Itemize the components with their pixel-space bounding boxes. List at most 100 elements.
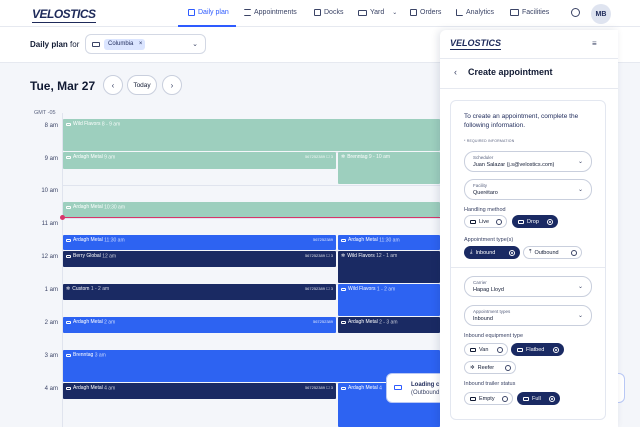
event-name: Ardagh Metal xyxy=(348,237,378,243)
nav-facilities[interactable]: Facilities xyxy=(510,9,549,16)
top-nav: VELOSTICS Daily plan Appointments Docks … xyxy=(0,0,640,27)
divider xyxy=(451,267,605,268)
snowflake-icon: ✲ xyxy=(470,364,475,371)
event-time: 2 - 3 am xyxy=(379,319,398,326)
today-button[interactable]: Today xyxy=(127,75,157,95)
app-logo[interactable]: VELOSTICS xyxy=(32,7,96,23)
event-name: Wild Flavors xyxy=(348,286,376,292)
appointment-event[interactable]: Wild Flavors 1 - 2 am xyxy=(338,284,440,316)
event-name: Ardagh Metal xyxy=(73,385,103,391)
prev-day-button[interactable]: ‹ xyxy=(103,75,123,95)
calendar-icon xyxy=(188,9,195,16)
appointment-event[interactable]: Ardagh Metal 11:30 am 567252389 xyxy=(63,235,336,250)
option-label: Empty xyxy=(479,395,495,402)
appointment-event[interactable]: Berry Global 12 am 567252389 ☐ 3 xyxy=(63,251,336,267)
chevron-down-icon: ⌄ xyxy=(577,187,583,193)
hour-label: 1 am xyxy=(44,287,58,293)
nav-yard-label: Yard xyxy=(370,9,385,16)
facility-field[interactable]: Facility Querétaro ⌄ xyxy=(464,179,592,200)
nav-analytics[interactable]: Analytics xyxy=(456,9,494,16)
truck-icon xyxy=(66,122,71,126)
event-time: 1 - 2 am xyxy=(90,286,110,292)
upload-icon: ⤒ xyxy=(529,249,532,255)
appointment-event[interactable]: Wild Flavors 8 - 9 am xyxy=(63,119,440,151)
type-outbound-option[interactable]: ⤒ Outbound xyxy=(523,246,582,259)
download-icon: ⤓ xyxy=(470,249,473,255)
truck-icon xyxy=(66,155,71,159)
current-time-line xyxy=(62,217,440,218)
event-name: Wild Flavors xyxy=(347,253,375,259)
event-time: 11:30 am xyxy=(379,237,400,244)
appointment-type-select[interactable]: Appointment types Inbound ⌄ xyxy=(464,305,592,326)
event-name: Wild Flavors xyxy=(73,121,101,127)
flatbed-icon xyxy=(517,347,523,352)
equipment-flatbed-option[interactable]: Flatbed xyxy=(511,343,564,356)
radio-selected-icon xyxy=(509,250,515,256)
chevron-down-icon: ⌄ xyxy=(192,41,198,48)
type-inbound-option[interactable]: ⤓ Inbound xyxy=(464,246,520,259)
menu-icon[interactable]: ≡ xyxy=(592,39,597,48)
appointment-event[interactable]: ✲ Custom 1 - 2 am 567252389 ☐ 3 xyxy=(63,284,336,300)
avatar[interactable]: MB xyxy=(591,4,611,24)
scheduler-value: Juan Salazar (j.s@velostics.com) xyxy=(473,162,555,168)
next-day-button[interactable]: › xyxy=(162,75,182,95)
appointment-event[interactable]: Ardagh Metal 9 am 567252389 ☐ 3 xyxy=(63,152,336,169)
appointment-event[interactable]: Ardagh Metal 2 am 567252389 xyxy=(63,317,336,333)
appointment-event[interactable]: Ardagh Metal 10:30 am xyxy=(63,202,440,217)
close-icon[interactable]: × xyxy=(139,39,143,50)
event-time: 4 am xyxy=(104,385,116,392)
nav-orders-label: Orders xyxy=(420,9,442,16)
nav-orders[interactable]: Orders xyxy=(410,9,441,16)
facility-chip-label: Columbia xyxy=(108,41,134,47)
toast-title: Loading c xyxy=(411,382,440,388)
appointment-event[interactable]: Ardagh Metal 2 - 3 am xyxy=(338,317,440,333)
event-time: 9 am xyxy=(104,154,116,161)
nav-daily-plan[interactable]: Daily plan xyxy=(188,9,229,16)
hour-label: 4 am xyxy=(44,386,58,392)
appointment-type-value: Inbound xyxy=(473,316,493,322)
option-label: Reefer xyxy=(477,364,495,371)
event-name: Brenntag xyxy=(347,154,368,160)
event-time: 12 am xyxy=(102,253,117,260)
panel-title: Create appointment xyxy=(468,67,553,77)
trailer-full-option[interactable]: Full xyxy=(517,392,560,405)
appointment-event[interactable]: Brenntag 3 am xyxy=(63,350,440,382)
nav-docks[interactable]: Docks xyxy=(314,9,343,16)
nav-yard[interactable]: Yard ⌄ xyxy=(358,9,397,16)
appointment-event[interactable]: Ardagh Metal 4 am 567252389 ☐ 3 xyxy=(63,383,336,399)
event-docs: 567252389 ☐ 3 xyxy=(304,385,333,390)
grid-line xyxy=(62,185,440,186)
event-docs: 567252389 ☐ 3 xyxy=(304,154,333,159)
event-time: 12 - 1 am xyxy=(376,253,398,259)
nav-appointments[interactable]: Appointments xyxy=(244,9,297,16)
trailer-empty-option[interactable]: Empty xyxy=(464,392,513,405)
appointment-event[interactable]: ✲ Wild Flavors 12 - 1 am xyxy=(338,251,440,283)
facility-select[interactable]: Columbia × ⌄ xyxy=(85,34,206,54)
handling-drop-option[interactable]: Drop xyxy=(512,215,558,228)
appointment-event[interactable]: Ardagh Metal 11:30 am xyxy=(338,235,440,250)
calendar-date: Tue, Mar 27 xyxy=(30,79,96,93)
nav-analytics-label: Analytics xyxy=(466,9,495,16)
truck-icon xyxy=(341,386,346,390)
hour-label: 11 am xyxy=(41,221,58,227)
carrier-select[interactable]: Carrier Hapag Lloyd ⌄ xyxy=(464,276,592,297)
star-icon: ✲ xyxy=(341,253,346,259)
radio-icon xyxy=(496,219,502,225)
equipment-van-option[interactable]: Van xyxy=(464,343,508,356)
timezone-label: GMT -05 xyxy=(34,110,56,116)
handling-live-option[interactable]: Live xyxy=(464,215,507,228)
back-arrow-icon[interactable]: ‹ xyxy=(454,67,457,77)
scheduler-select[interactable]: Scheduler Juan Salazar (j.s@velostics.co… xyxy=(464,151,592,172)
option-label: Drop xyxy=(527,218,539,225)
equipment-reefer-option[interactable]: ✲ Reefer xyxy=(464,361,516,374)
divider xyxy=(440,58,618,59)
gear-icon[interactable] xyxy=(571,8,580,17)
truck-icon xyxy=(66,254,71,258)
event-time: 2 am xyxy=(104,319,116,326)
star-icon: ✲ xyxy=(66,286,71,292)
event-name: Ardagh Metal xyxy=(73,154,103,160)
appointment-event[interactable]: ✲ Brenntag 9 - 10 am xyxy=(338,152,440,184)
nav-docks-label: Docks xyxy=(324,9,344,16)
equipment-type-label: Inbound equipment type xyxy=(464,333,524,339)
trailer-icon xyxy=(523,396,529,401)
